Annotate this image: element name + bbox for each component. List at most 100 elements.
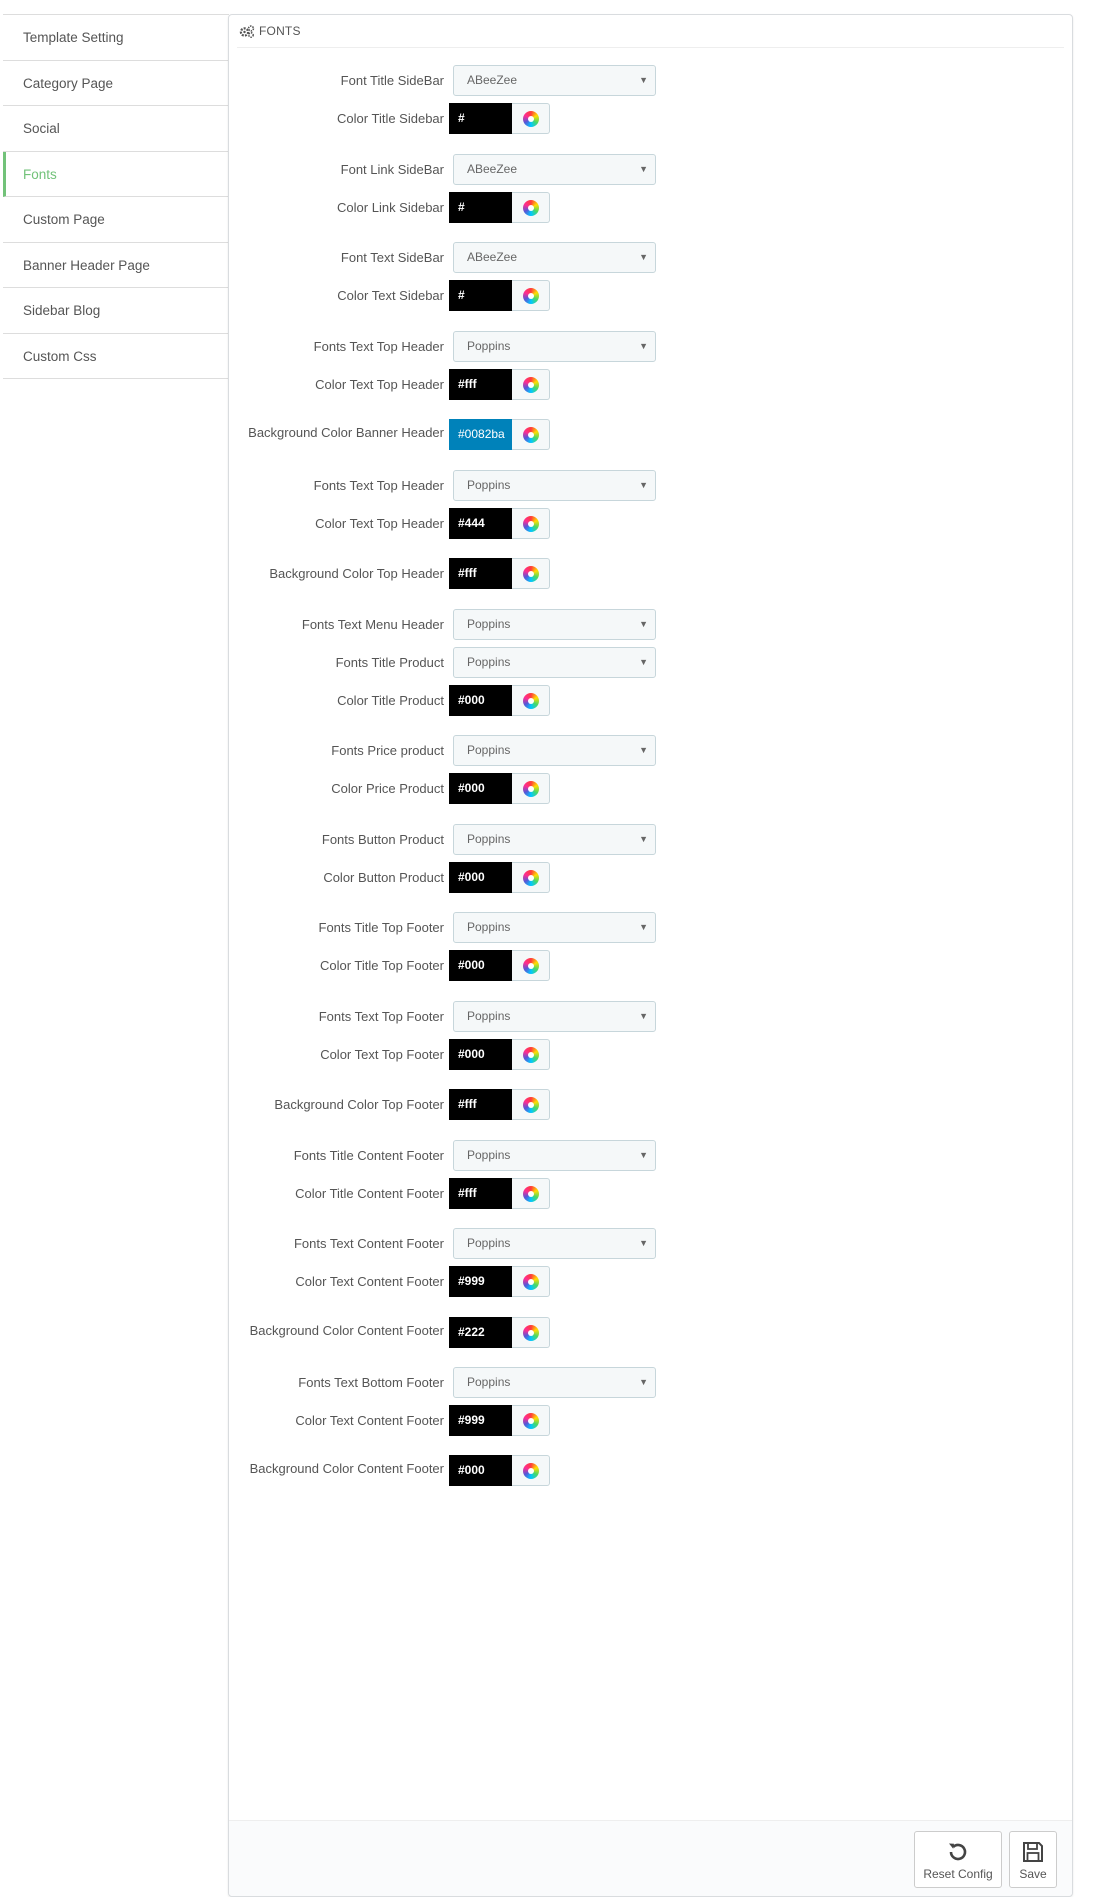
color-picker-button[interactable] — [512, 1455, 550, 1486]
color-value-field[interactable]: #0082ba — [449, 419, 512, 450]
color-wheel-icon — [522, 1096, 539, 1113]
caret-down-icon: ▼ — [639, 1377, 648, 1387]
caret-down-icon: ▼ — [639, 75, 648, 85]
color-value-field[interactable]: #fff — [449, 369, 512, 400]
color-picker-button[interactable] — [512, 1178, 550, 1209]
color-value-field[interactable]: # — [449, 103, 512, 134]
select-value: Poppins — [467, 617, 511, 631]
sidebar-item-fonts[interactable]: Fonts — [3, 151, 229, 197]
color-value-field[interactable]: #fff — [449, 558, 512, 589]
sidebar-item-social[interactable]: Social — [3, 106, 229, 152]
fonts-text-top-header-select[interactable]: Poppins ▼ — [453, 470, 656, 501]
color-picker-button[interactable] — [512, 369, 550, 400]
sidebar-item-banner-header-page[interactable]: Banner Header Page — [3, 242, 229, 288]
fonts-button-product-select[interactable]: Poppins ▼ — [453, 824, 656, 855]
color-picker-button[interactable] — [512, 280, 550, 311]
color-picker-button[interactable] — [512, 1317, 550, 1348]
color-value-field[interactable]: #000 — [449, 773, 512, 804]
caret-down-icon: ▼ — [639, 252, 648, 262]
caret-down-icon: ▼ — [639, 480, 648, 490]
field-label: Color Text Content Footer — [295, 1413, 444, 1428]
select-value: Poppins — [467, 1236, 511, 1250]
fonts-price-product-select[interactable]: Poppins ▼ — [453, 735, 656, 766]
color-picker-button[interactable] — [512, 103, 550, 134]
color-link-sidebar-color-input: # — [449, 192, 550, 223]
color-picker-button[interactable] — [512, 1266, 550, 1297]
select-value: ABeeZee — [467, 250, 518, 264]
color-text-top-header-color-input: #fff — [449, 369, 550, 400]
caret-down-icon: ▼ — [639, 619, 648, 629]
color-value-field[interactable]: #fff — [449, 1089, 512, 1120]
fonts-text-bottom-footer-select[interactable]: Poppins ▼ — [453, 1367, 656, 1398]
sidebar-nav: Template Setting Category Page Social Fo… — [3, 14, 229, 379]
field-label: Fonts Text Top Header — [313, 478, 444, 493]
color-wheel-icon — [522, 869, 539, 886]
color-picker-button[interactable] — [512, 192, 550, 223]
color-value-field[interactable]: #999 — [449, 1405, 512, 1436]
color-picker-button[interactable] — [512, 419, 550, 450]
field-label: Fonts Text Top Footer — [318, 1009, 444, 1024]
color-wheel-icon — [522, 1185, 539, 1202]
color-value-field[interactable]: #000 — [449, 862, 512, 893]
color-wheel-icon — [522, 376, 539, 393]
color-title-product-color-input: #000 — [449, 685, 550, 716]
caret-down-icon: ▼ — [639, 657, 648, 667]
field-label: Color Title Sidebar — [337, 111, 444, 126]
color-text-top-header-color-input: #444 — [449, 508, 550, 539]
font-title-sidebar-select[interactable]: ABeeZee ▼ — [453, 65, 656, 96]
field-label: Color Text Sidebar — [337, 288, 444, 303]
color-value-field[interactable]: # — [449, 280, 512, 311]
color-button-product-color-input: #000 — [449, 862, 550, 893]
color-value-field[interactable]: #000 — [449, 1039, 512, 1070]
color-value-field[interactable]: #999 — [449, 1266, 512, 1297]
font-link-sidebar-select[interactable]: ABeeZee ▼ — [453, 154, 656, 185]
field-label: Color Title Content Footer — [295, 1186, 444, 1201]
color-value-field[interactable]: #000 — [449, 685, 512, 716]
color-picker-button[interactable] — [512, 508, 550, 539]
select-value: Poppins — [467, 339, 511, 353]
reset-config-button[interactable]: Reset Config — [914, 1831, 1002, 1888]
fonts-text-top-header-select[interactable]: Poppins ▼ — [453, 331, 656, 362]
color-wheel-icon — [522, 287, 539, 304]
color-title-sidebar-color-input: # — [449, 103, 550, 134]
caret-down-icon: ▼ — [639, 1238, 648, 1248]
color-picker-button[interactable] — [512, 558, 550, 589]
fonts-title-top-footer-select[interactable]: Poppins ▼ — [453, 912, 656, 943]
undo-icon — [915, 1839, 1001, 1865]
field-label: Color Button Product — [323, 870, 444, 885]
font-text-sidebar-select[interactable]: ABeeZee ▼ — [453, 242, 656, 273]
color-value-field[interactable]: #000 — [449, 1455, 512, 1486]
panel-title: FONTS — [259, 24, 301, 38]
color-title-top-footer-color-input: #000 — [449, 950, 550, 981]
color-picker-button[interactable] — [512, 862, 550, 893]
sidebar-item-custom-page[interactable]: Custom Page — [3, 197, 229, 243]
panel-heading: FONTS — [237, 15, 1064, 48]
color-picker-button[interactable] — [512, 773, 550, 804]
color-picker-button[interactable] — [512, 685, 550, 716]
background-color-top-header-color-input: #fff — [449, 558, 550, 589]
color-value-field[interactable]: #fff — [449, 1178, 512, 1209]
color-picker-button[interactable] — [512, 1039, 550, 1070]
fonts-text-top-footer-select[interactable]: Poppins ▼ — [453, 1001, 656, 1032]
color-value-field[interactable]: #000 — [449, 950, 512, 981]
color-picker-button[interactable] — [512, 1089, 550, 1120]
sidebar-item-category-page[interactable]: Category Page — [3, 60, 229, 106]
color-value-field[interactable]: #444 — [449, 508, 512, 539]
color-picker-button[interactable] — [512, 950, 550, 981]
color-wheel-icon — [522, 199, 539, 216]
fonts-text-menu-header-select[interactable]: Poppins ▼ — [453, 609, 656, 640]
color-wheel-icon — [522, 1324, 539, 1341]
sidebar-item-custom-css[interactable]: Custom Css — [3, 333, 229, 379]
save-button[interactable]: Save — [1009, 1831, 1057, 1888]
color-value-field[interactable]: # — [449, 192, 512, 223]
select-value: Poppins — [467, 832, 511, 846]
color-title-content-footer-color-input: #fff — [449, 1178, 550, 1209]
fonts-title-product-select[interactable]: Poppins ▼ — [453, 647, 656, 678]
color-value-field[interactable]: #222 — [449, 1317, 512, 1348]
sidebar-item-template-setting[interactable]: Template Setting — [3, 15, 229, 61]
sidebar-item-sidebar-blog[interactable]: Sidebar Blog — [3, 288, 229, 334]
fonts-text-content-footer-select[interactable]: Poppins ▼ — [453, 1228, 656, 1259]
color-picker-button[interactable] — [512, 1405, 550, 1436]
fonts-title-content-footer-select[interactable]: Poppins ▼ — [453, 1140, 656, 1171]
select-value: ABeeZee — [467, 162, 518, 176]
